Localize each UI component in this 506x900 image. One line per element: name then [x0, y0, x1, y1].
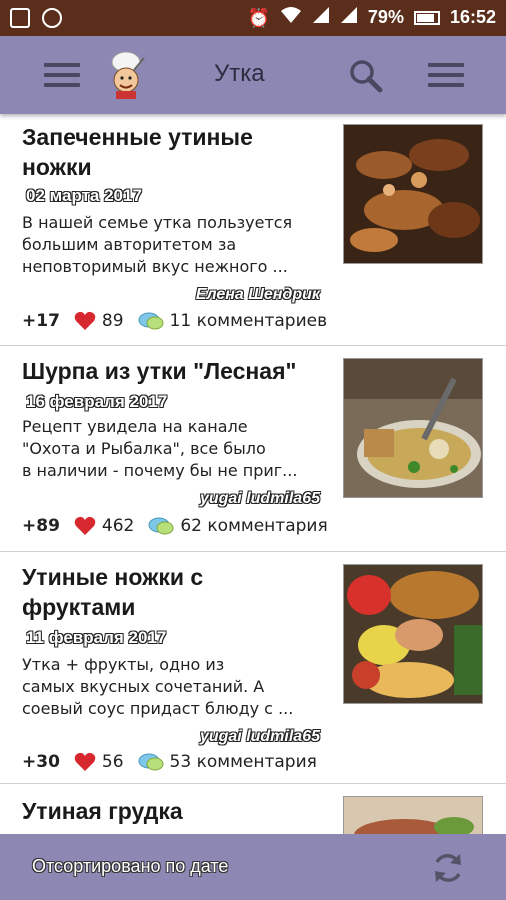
comments-count[interactable]: 11 комментариев — [170, 311, 328, 331]
likes-count: 462 — [101, 516, 135, 536]
recipe-title: Запеченные утиные ножки — [22, 124, 253, 180]
app-bar: Утка — [0, 36, 506, 114]
recipe-author[interactable]: yugai ludmila65 — [200, 728, 320, 746]
alarm-icon: ⏰ — [247, 7, 270, 28]
battery-percent: 79% — [367, 7, 404, 27]
likes-count: 89 — [101, 311, 124, 331]
chef-logo-icon[interactable] — [104, 50, 148, 100]
heart-icon[interactable] — [74, 752, 96, 772]
comments-count[interactable]: 53 комментария — [170, 752, 317, 772]
comment-bubble-icon[interactable] — [148, 516, 174, 536]
signal-icon — [312, 6, 330, 29]
search-icon[interactable] — [348, 58, 384, 94]
recipe-date: 02 марта 2017 — [26, 186, 142, 205]
heart-icon[interactable] — [74, 311, 96, 331]
heart-icon[interactable] — [74, 516, 96, 536]
sync-notification-icon — [42, 8, 62, 28]
bottom-bar: Отсортировано по дате — [0, 834, 506, 900]
recipe-date: 11 февраля 2017 — [26, 628, 167, 647]
wifi-icon — [280, 6, 302, 29]
recipe-stats: +89 462 62 комментария — [22, 516, 328, 536]
status-bar: ⏰ 79% 16:52 — [0, 0, 506, 36]
recipe-date: 16 февраля 2017 — [26, 392, 168, 411]
page-title: Утка — [214, 60, 265, 87]
recipe-title: Утиная грудка — [22, 798, 183, 824]
battery-icon — [413, 10, 440, 25]
recipe-description: В нашей семье утка пользуется большим ав… — [22, 213, 293, 276]
clock: 16:52 — [449, 7, 496, 27]
recipe-title: Утиные ножки с фруктами — [22, 564, 204, 620]
recipe-card[interactable]: Утиные ножки с фруктами 11 февраля 2017 … — [0, 552, 506, 784]
recipe-card[interactable]: Шурпа из утки "Лесная" 16 февраля 2017 Р… — [0, 346, 506, 552]
recipe-description: Рецепт увидела на канале "Охота и Рыбалк… — [22, 417, 298, 480]
signal-icon-2 — [340, 6, 358, 29]
sort-label[interactable]: Отсортировано по дате — [32, 856, 228, 877]
gallery-notification-icon — [10, 8, 30, 28]
recipe-author[interactable]: Елена Шендрик — [196, 286, 320, 304]
recipe-stats: +17 89 11 комментариев — [22, 311, 327, 331]
recipe-description: Утка + фрукты, одно из самых вкусных соч… — [22, 655, 294, 718]
comment-bubble-icon[interactable] — [138, 752, 164, 772]
recipe-image[interactable] — [343, 358, 483, 498]
recipe-image[interactable] — [343, 564, 483, 704]
recipe-image[interactable] — [343, 124, 483, 264]
overflow-menu-icon[interactable] — [428, 63, 464, 87]
rating-score: +30 — [22, 752, 60, 772]
recipe-title: Шурпа из утки "Лесная" — [22, 358, 297, 384]
recipe-author[interactable]: yugai ludmila65 — [200, 490, 320, 508]
comments-count[interactable]: 62 комментария — [180, 516, 327, 536]
likes-count: 56 — [101, 752, 124, 772]
comment-bubble-icon[interactable] — [138, 311, 164, 331]
refresh-icon[interactable] — [430, 850, 466, 886]
recipe-stats: +30 56 53 комментария — [22, 752, 317, 772]
recipe-card[interactable]: Запеченные утиные ножки 02 марта 2017 В … — [0, 114, 506, 346]
menu-icon[interactable] — [44, 63, 80, 87]
rating-score: +89 — [22, 516, 60, 536]
rating-score: +17 — [22, 311, 60, 331]
